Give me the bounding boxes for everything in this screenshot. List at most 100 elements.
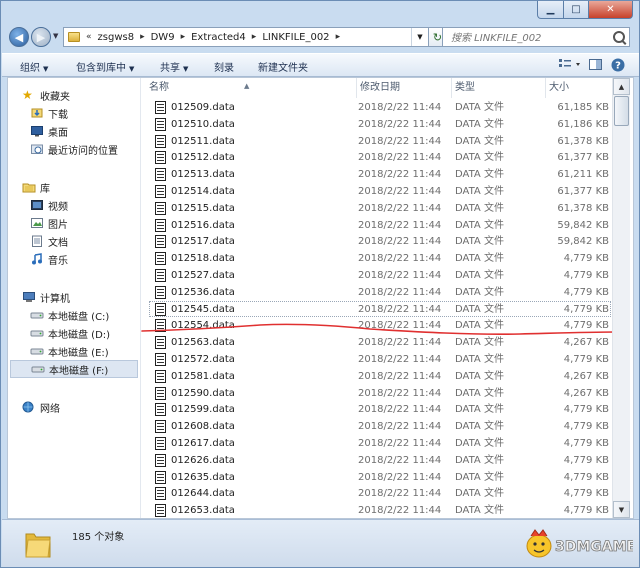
sidebar-item-favorites[interactable]: ★ 收藏夹 [22, 86, 150, 104]
share-button[interactable]: 共享 ▼ [160, 59, 188, 74]
file-icon [155, 151, 166, 165]
sidebar-item-drive-f[interactable]: 本地磁盘 (F:) [10, 360, 138, 378]
file-date: 2018/2/22 11:44 [358, 471, 442, 483]
organize-button[interactable]: 组织 ▼ [20, 59, 48, 74]
sidebar-item-libraries[interactable]: 库 [22, 178, 150, 196]
file-type: DATA 文件 [455, 438, 504, 449]
file-date: 2018/2/22 11:44 [358, 370, 442, 382]
content-area: ★ 收藏夹 下载 桌面 最近访问的位置 库 视频 图片 文档 音乐 计算机 本地… [7, 77, 634, 519]
sidebar-item-recent-places[interactable]: 最近访问的位置 [30, 140, 158, 158]
column-header-label: 大小 [549, 82, 569, 93]
search-box[interactable] [442, 27, 630, 47]
file-row[interactable]: 012617.data 2018/2/22 11:44 DATA 文件 4,779 K… [146, 435, 612, 452]
scroll-down-button[interactable]: ▼ [613, 501, 630, 518]
file-row[interactable]: 012512.data 2018/2/22 11:44 DATA 文件 61,377 … [146, 149, 612, 166]
sidebar-item-drive-c[interactable]: 本地磁盘 (C:) [30, 306, 158, 324]
file-type: DATA 文件 [455, 152, 504, 164]
close-button[interactable]: ✕ [589, 1, 633, 19]
minimize-button[interactable]: ▁ [537, 1, 564, 19]
file-type: DATA 文件 [455, 454, 504, 466]
help-button[interactable]: ? [610, 57, 626, 73]
new-folder-button[interactable]: 新建文件夹 [258, 59, 308, 74]
column-header-type[interactable]: 类型 [452, 78, 546, 98]
file-row[interactable]: 012527.data 2018/2/22 11:44 DATA 文件 4,779 K… [146, 267, 612, 284]
file-row[interactable]: 012599.data 2018/2/22 11:44 DATA 文件 4,779 K… [146, 401, 612, 418]
file-row[interactable]: 012514.data 2018/2/22 11:44 DATA 文件 61,377 … [146, 183, 612, 200]
search-icon[interactable] [613, 31, 625, 43]
file-row[interactable]: 012563.data 2018/2/22 11:44 DATA 文件 4,267 K… [146, 334, 612, 351]
file-row[interactable]: 012509.data 2018/2/22 11:44 DATA 文件 61,185 … [146, 99, 612, 116]
file-name: 012626.data [171, 454, 235, 466]
breadcrumb-item[interactable]: zsgws8 [98, 32, 135, 43]
file-row[interactable]: 012510.data 2018/2/22 11:44 DATA 文件 61,186 … [146, 116, 612, 133]
file-size: 61,377 KB [557, 186, 609, 197]
sidebar-item-documents[interactable]: 文档 [30, 232, 158, 250]
share-label: 共享 [160, 63, 180, 74]
file-row[interactable]: 012536.data 2018/2/22 11:44 DATA 文件 4,779 K… [146, 284, 612, 301]
maximize-button[interactable]: □ [564, 1, 589, 19]
column-header-date[interactable]: 修改日期 [357, 78, 452, 98]
file-row[interactable]: 012608.data 2018/2/22 11:44 DATA 文件 4,779 K… [146, 418, 612, 435]
breadcrumb-overflow[interactable]: « [86, 32, 92, 42]
file-type: DATA 文件 [455, 488, 504, 500]
breadcrumb-separator-icon[interactable]: ▸ [336, 32, 341, 42]
recent-pages-dropdown[interactable]: ▼ [53, 32, 58, 40]
file-type: DATA 文件 [455, 404, 504, 416]
sidebar-item-computer[interactable]: 计算机 [22, 288, 150, 306]
sidebar-item-drive-d[interactable]: 本地磁盘 (D:) [30, 324, 158, 342]
sidebar-item-network[interactable]: 网络 [22, 398, 150, 416]
scroll-up-button[interactable]: ▲ [613, 78, 630, 95]
file-row[interactable]: 012590.data 2018/2/22 11:44 DATA 文件 4,267 K… [146, 385, 612, 402]
vertical-scrollbar[interactable]: ▲ ▼ [612, 78, 630, 518]
file-row[interactable]: 012644.data 2018/2/22 11:44 DATA 文件 4,779 K… [146, 485, 612, 502]
sidebar-item-downloads[interactable]: 下载 [30, 104, 158, 122]
file-row[interactable]: 012581.data 2018/2/22 11:44 DATA 文件 4,267 K… [146, 368, 612, 385]
file-row[interactable]: 012516.data 2018/2/22 11:44 DATA 文件 59,842 … [146, 217, 612, 234]
file-row[interactable]: 012653.data 2018/2/22 11:44 DATA 文件 4,779 K… [146, 502, 612, 518]
file-row[interactable]: 012554.data 2018/2/22 11:44 DATA 文件 4,779 K… [146, 317, 612, 334]
sidebar-item-desktop[interactable]: 桌面 [30, 122, 158, 140]
videos-icon [31, 200, 43, 210]
file-row[interactable]: 012513.data 2018/2/22 11:44 DATA 文件 61,211 … [146, 166, 612, 183]
navigation-row: ◀ ▶ ▼ « zsgws8 ▸ DW9 ▸ Extracted4 ▸ LINK… [1, 23, 639, 53]
column-header-size[interactable]: 大小 [546, 78, 612, 98]
sidebar-item-pictures[interactable]: 图片 [30, 214, 158, 232]
change-view-button[interactable] [558, 57, 584, 73]
file-row[interactable]: 012635.data 2018/2/22 11:44 DATA 文件 4,779 K… [146, 469, 612, 486]
preview-pane-button[interactable] [588, 57, 604, 73]
burn-button[interactable]: 刻录 [214, 59, 234, 74]
file-icon [155, 437, 166, 450]
forward-button[interactable]: ▶ [31, 27, 51, 47]
file-row[interactable]: 012572.data 2018/2/22 11:44 DATA 文件 4,779 K… [146, 351, 612, 368]
scroll-thumb[interactable] [614, 96, 629, 126]
file-row[interactable]: 012517.data 2018/2/22 11:44 DATA 文件 59,842 … [146, 233, 612, 250]
address-dropdown-button[interactable]: ▼ [411, 28, 428, 46]
back-button[interactable]: ◀ [9, 27, 29, 47]
sidebar-item-drive-e[interactable]: 本地磁盘 (E:) [30, 342, 158, 360]
file-icon [155, 235, 166, 249]
sidebar-item-label: 库 [40, 183, 50, 195]
file-row[interactable]: 012518.data 2018/2/22 11:44 DATA 文件 4,779 K… [146, 250, 612, 267]
breadcrumb-separator-icon[interactable]: ▸ [181, 32, 186, 42]
column-header-name[interactable]: ▲ 名称 [146, 78, 357, 98]
address-bar[interactable]: « zsgws8 ▸ DW9 ▸ Extracted4 ▸ LINKFILE_0… [63, 27, 429, 47]
file-row[interactable]: 012511.data 2018/2/22 11:44 DATA 文件 61,378 … [146, 133, 612, 150]
include-in-library-button[interactable]: 包含到库中 ▼ [76, 59, 134, 74]
file-type: DATA 文件 [455, 135, 504, 147]
file-name: 012513.data [171, 169, 235, 181]
breadcrumb-item[interactable]: DW9 [151, 32, 175, 43]
file-type: DATA 文件 [455, 320, 504, 332]
search-input[interactable] [449, 29, 603, 47]
breadcrumb-separator-icon[interactable]: ▸ [252, 32, 257, 42]
sidebar-item-music[interactable]: 音乐 [30, 250, 158, 268]
file-icon [155, 101, 166, 114]
file-name: 012516.data [171, 219, 235, 231]
file-row[interactable]: 012626.data 2018/2/22 11:44 DATA 文件 4,779 K… [146, 452, 612, 469]
breadcrumb-item[interactable]: Extracted4 [191, 32, 246, 43]
sidebar-item-videos[interactable]: 视频 [30, 196, 158, 214]
file-size: 4,779 KB [563, 270, 609, 281]
breadcrumb-separator-icon[interactable]: ▸ [140, 32, 145, 42]
breadcrumb-item[interactable]: LINKFILE_002 [262, 32, 329, 43]
file-row[interactable]: 012515.data 2018/2/22 11:44 DATA 文件 61,378 … [146, 200, 612, 217]
file-row[interactable]: 012545.data 2018/2/22 11:44 DATA 文件 4,779 K… [146, 300, 612, 318]
